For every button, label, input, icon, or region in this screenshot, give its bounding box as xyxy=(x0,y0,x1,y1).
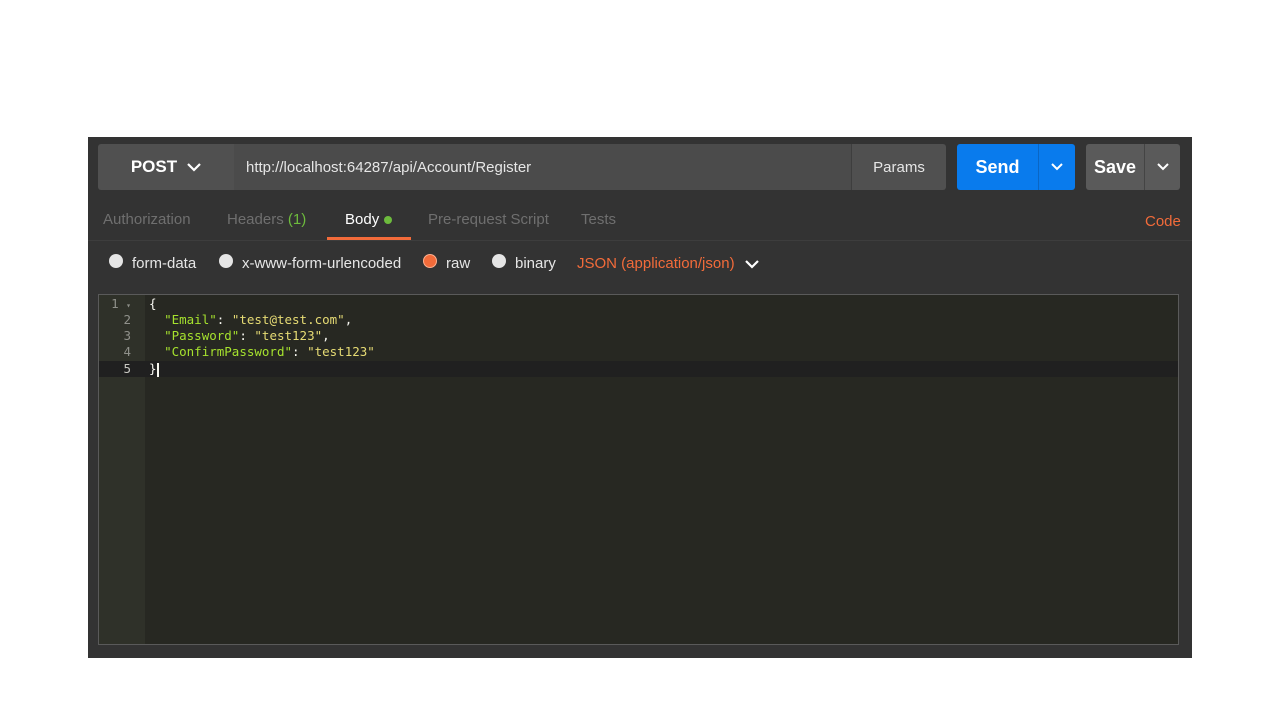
body-status-dot xyxy=(384,216,393,225)
line-number: 3 xyxy=(123,328,131,343)
chevron-down-icon xyxy=(1156,163,1169,171)
code-line: 3 "Password": "test123", xyxy=(99,328,1178,344)
code-line: 2 "Email": "test@test.com", xyxy=(99,312,1178,328)
code-line-active: 5 } xyxy=(99,361,1178,377)
json-string: "test123" xyxy=(254,328,323,343)
chevron-down-icon xyxy=(187,163,201,172)
line-number: 2 xyxy=(123,312,131,327)
chevron-down-icon xyxy=(744,259,759,269)
text-cursor xyxy=(156,362,159,377)
code-link[interactable]: Code xyxy=(1145,213,1181,230)
radio-button-selected-icon xyxy=(423,254,437,268)
line-number: 5 xyxy=(123,361,131,376)
send-button[interactable]: Send xyxy=(957,144,1038,190)
radio-label: raw xyxy=(446,254,471,272)
params-button[interactable]: Params xyxy=(851,144,946,190)
tab-pre-request-script[interactable]: Pre-request Script xyxy=(428,211,549,228)
body-editor[interactable]: 1 ▾ { 2 "Email": "test@test.com", 3 "Pas… xyxy=(98,294,1179,645)
radio-label: binary xyxy=(515,254,556,272)
tab-label: Headers xyxy=(227,211,284,228)
line-number: 4 xyxy=(123,344,131,359)
radio-button-icon xyxy=(109,254,123,268)
radio-label: form-data xyxy=(132,254,197,272)
radio-x-www-form-urlencoded[interactable]: x-www-form-urlencoded xyxy=(219,251,401,275)
code-text: "Email": "test@test.com", xyxy=(164,312,353,327)
json-key: "ConfirmPassword" xyxy=(164,344,292,359)
json-key: "Password" xyxy=(164,328,240,343)
method-select[interactable]: POST xyxy=(98,144,234,190)
content-type-select[interactable]: JSON (application/json) xyxy=(577,255,759,272)
json-string: "test123" xyxy=(307,344,375,359)
radio-button-icon xyxy=(219,254,233,268)
tab-tests[interactable]: Tests xyxy=(581,211,616,228)
json-string: "test@test.com" xyxy=(231,312,345,327)
tab-label: Pre-request Script xyxy=(428,211,549,228)
chevron-down-icon xyxy=(1051,163,1063,171)
request-builder: POST http://localhost:64287/api/Account/… xyxy=(88,137,1192,658)
headers-count-badge: (1) xyxy=(287,211,307,228)
tab-body[interactable]: Body xyxy=(345,211,393,228)
radio-raw[interactable]: raw xyxy=(423,251,470,275)
code-line: 4 "ConfirmPassword": "test123" xyxy=(99,344,1178,360)
radio-button-icon xyxy=(492,254,506,268)
fold-arrow-icon: ▾ xyxy=(126,301,131,310)
tab-label: Tests xyxy=(581,211,617,228)
code-text: { xyxy=(149,296,157,311)
radio-form-data[interactable]: form-data xyxy=(109,251,196,275)
send-options-button[interactable] xyxy=(1038,144,1075,190)
tabs-divider xyxy=(88,240,1192,241)
radio-label: x-www-form-urlencoded xyxy=(242,254,402,272)
tab-label: Body xyxy=(345,211,380,228)
json-key: "Email" xyxy=(164,312,217,327)
url-input[interactable]: http://localhost:64287/api/Account/Regis… xyxy=(234,144,851,190)
method-label: POST xyxy=(130,157,178,176)
radio-binary[interactable]: binary xyxy=(492,251,556,275)
tab-headers[interactable]: Headers (1) xyxy=(227,211,306,228)
content-type-label: JSON (application/json) xyxy=(577,255,735,272)
code-text: "ConfirmPassword": "test123" xyxy=(164,344,375,359)
code-line: 1 ▾ { xyxy=(99,296,1178,312)
code-text: } xyxy=(149,361,159,377)
tab-label: Authorization xyxy=(103,211,191,228)
tab-authorization[interactable]: Authorization xyxy=(103,211,191,228)
save-options-button[interactable] xyxy=(1144,144,1180,190)
code-text: "Password": "test123", xyxy=(164,328,330,343)
save-button[interactable]: Save xyxy=(1086,144,1144,190)
